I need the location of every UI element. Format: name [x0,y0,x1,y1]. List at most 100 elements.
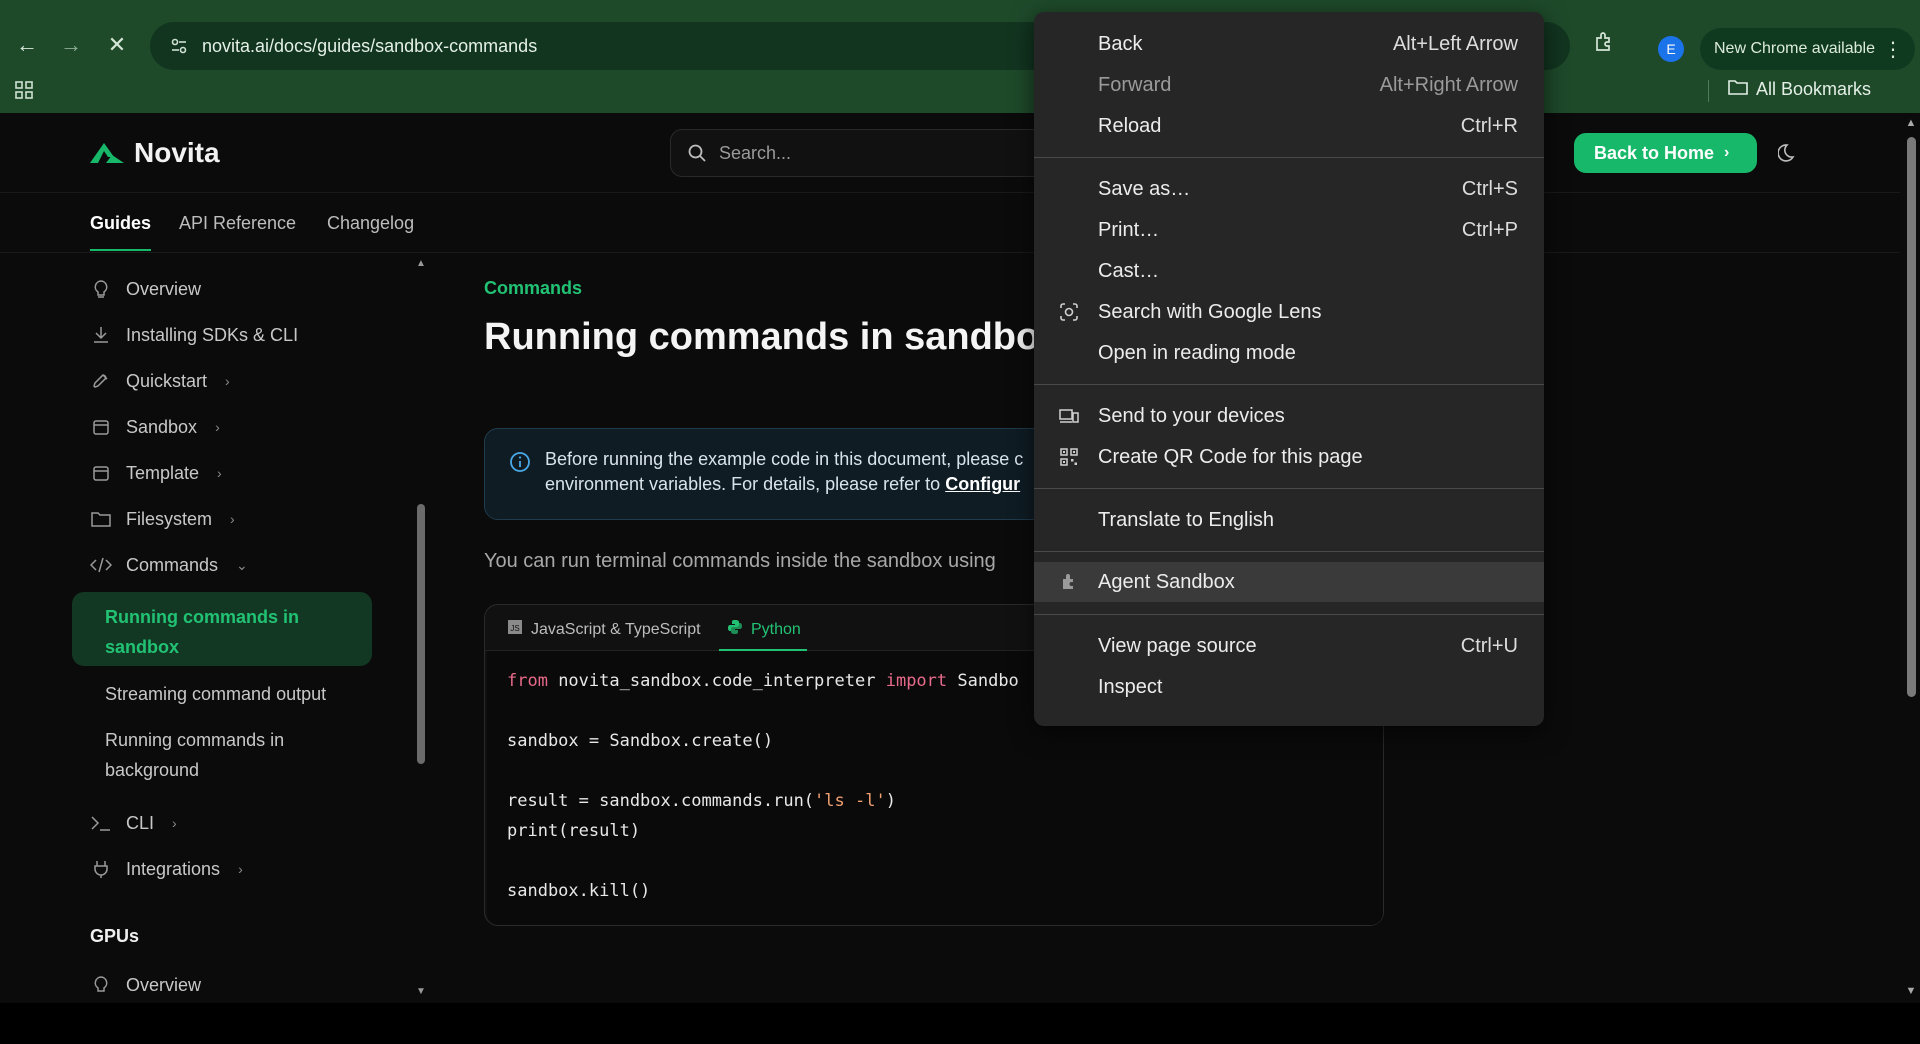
menu-item-reload[interactable]: Reload Ctrl+R [1034,106,1544,146]
code-line-4: print(result) [507,821,641,841]
sidebar-item-label: Sandbox [126,416,198,437]
keyword-from: from [507,671,548,691]
callout-line-2: environment variables. For details, plea… [545,474,946,494]
sidebar-scrollbar[interactable]: ▲ ▼ [414,254,428,1003]
stop-loading-icon[interactable]: ✕ [102,30,132,60]
lightbulb-icon [90,974,112,996]
menu-item-cast[interactable]: Cast… [1034,251,1544,291]
sidebar-item-filesystem[interactable]: Filesystem › [90,508,235,530]
sidebar-group-gpus: GPUs [90,926,140,946]
menu-item-back[interactable]: Back Alt+Left Arrow [1034,24,1544,64]
all-bookmarks-label: All Bookmarks [1756,79,1872,99]
sidebar-item-overview[interactable]: Overview [90,278,201,300]
menu-item-translate[interactable]: Translate to English [1034,500,1544,540]
site-header: Novita Search... Back to Home › [0,113,1900,193]
code-tab-python[interactable]: Python [719,619,807,651]
menu-item-send-to-devices[interactable]: Send to your devices [1034,396,1544,436]
menu-item-label: Create QR Code for this page [1098,445,1363,468]
new-chrome-label: New Chrome available [1714,40,1875,57]
template-icon [90,462,112,484]
configuration-link[interactable]: Configur [945,474,1020,494]
code-line-2: sandbox = Sandbox.create() [507,731,774,751]
novita-logo[interactable]: Novita [90,137,220,169]
back-arrow-icon[interactable]: ← [12,30,42,60]
menu-item-print[interactable]: Print… Ctrl+P [1034,210,1544,250]
scroll-up-arrow-icon[interactable]: ▲ [1902,117,1920,129]
menu-item-qr-code[interactable]: Create QR Code for this page [1034,437,1544,477]
site-info-icon[interactable] [164,31,194,61]
new-chrome-available-button[interactable]: New Chrome available ⋮ [1700,28,1915,70]
back-to-home-label: Back to Home [1594,142,1715,163]
menu-item-google-lens[interactable]: Search with Google Lens [1034,292,1544,332]
search-placeholder: Search... [719,142,792,163]
chevron-right-icon: › [1724,144,1730,161]
scroll-down-arrow-icon[interactable]: ▼ [414,986,428,997]
tab-changelog[interactable]: Changelog [327,213,414,234]
kebab-menu-icon[interactable]: ⋮ [1883,37,1903,62]
scroll-up-arrow-icon[interactable]: ▲ [414,258,428,269]
menu-item-label: View page source [1098,634,1257,657]
apps-grid-icon[interactable] [14,80,36,102]
breadcrumb[interactable]: Commands [484,278,582,299]
sidebar-item-commands[interactable]: Commands ⌄ [90,554,248,576]
menu-item-shortcut: Ctrl+R [1460,114,1518,137]
search-input[interactable]: Search... [670,129,1090,177]
menu-item-view-source[interactable]: View page source Ctrl+U [1034,626,1544,666]
menu-item-label: Open in reading mode [1098,341,1296,364]
menu-item-shortcut: Ctrl+U [1460,634,1518,657]
tab-guides[interactable]: Guides [90,213,152,251]
chevron-right-icon: › [217,465,222,481]
menu-item-agent-sandbox[interactable]: Agent Sandbox [1034,562,1544,602]
all-bookmarks-button[interactable]: All Bookmarks [1728,78,1871,101]
sidebar-item-sandbox[interactable]: Sandbox › [90,416,220,438]
code-tab-javascript[interactable]: JS JavaScript & TypeScript [507,619,701,640]
profile-avatar[interactable]: E [1658,36,1684,62]
callout-line-1: Before running the example code in this … [545,449,1024,469]
tab-api-reference[interactable]: API Reference [179,213,296,234]
sidebar-item-installing-sdks[interactable]: Installing SDKs & CLI [90,324,298,346]
scroll-down-arrow-icon[interactable]: ▼ [1902,985,1920,997]
page-scroll-thumb[interactable] [1907,137,1916,697]
sidebar-item-gpus-overview[interactable]: Overview [90,974,201,996]
sidebar-item-template[interactable]: Template › [90,462,222,484]
sidebar-item-label: Integrations [126,858,221,879]
sidebar-item-label: Commands [126,554,219,575]
keyword-import: import [885,671,948,691]
import-name: Sandbo [947,671,1019,691]
qr-code-icon [1058,446,1080,468]
extensions-icon[interactable] [1592,30,1616,59]
menu-item-save-as[interactable]: Save as… Ctrl+S [1034,169,1544,209]
sidebar-item-label: Overview [126,278,202,299]
sidebar-item-quickstart[interactable]: Quickstart › [90,370,230,392]
sidebar-subitem-running-commands-active[interactable]: Running commands in sandbox [72,592,372,666]
plug-icon [90,858,112,880]
sidebar-subitem-label: Running commands in sandbox [105,607,300,657]
page-scrollbar[interactable]: ▲ ▼ [1902,113,1920,1003]
rocket-icon [90,370,112,392]
sidebar-item-label: Template [126,462,200,483]
theme-toggle-moon-icon[interactable] [1777,141,1802,165]
menu-item-label: Reload [1098,114,1162,137]
back-to-home-button[interactable]: Back to Home › [1574,133,1758,173]
url-text[interactable]: novita.ai/docs/guides/sandbox-commands [202,36,537,57]
menu-item-forward[interactable]: Forward Alt+Right Arrow [1034,65,1544,105]
code-line-3: result = sandbox.commands.run('ls -l') [507,791,896,811]
sidebar-subitem-streaming[interactable]: Streaming command output [105,679,355,709]
module-name: novita_sandbox.code_interpreter [547,671,886,691]
forward-arrow-icon[interactable]: → [56,30,86,60]
menu-item-inspect[interactable]: Inspect [1034,667,1544,707]
chevron-right-icon: › [215,419,220,435]
box-icon [90,416,112,438]
menu-item-label: Forward [1098,73,1172,96]
code-tab-label: JavaScript & TypeScript [531,620,701,638]
menu-item-shortcut: Alt+Right Arrow [1379,73,1518,96]
logo-text: Novita [134,137,220,168]
menu-item-shortcut: Ctrl+P [1461,218,1518,241]
sidebar-scroll-thumb[interactable] [417,504,425,764]
sidebar-subitem-background[interactable]: Running commands in background [105,725,355,785]
web-page: Novita Search... Back to Home › Guides A… [0,113,1920,1003]
menu-item-reading-mode[interactable]: Open in reading mode [1034,333,1544,373]
download-icon [90,324,112,346]
sidebar-item-integrations[interactable]: Integrations › [90,858,243,880]
sidebar-item-cli[interactable]: CLI › [90,812,177,834]
